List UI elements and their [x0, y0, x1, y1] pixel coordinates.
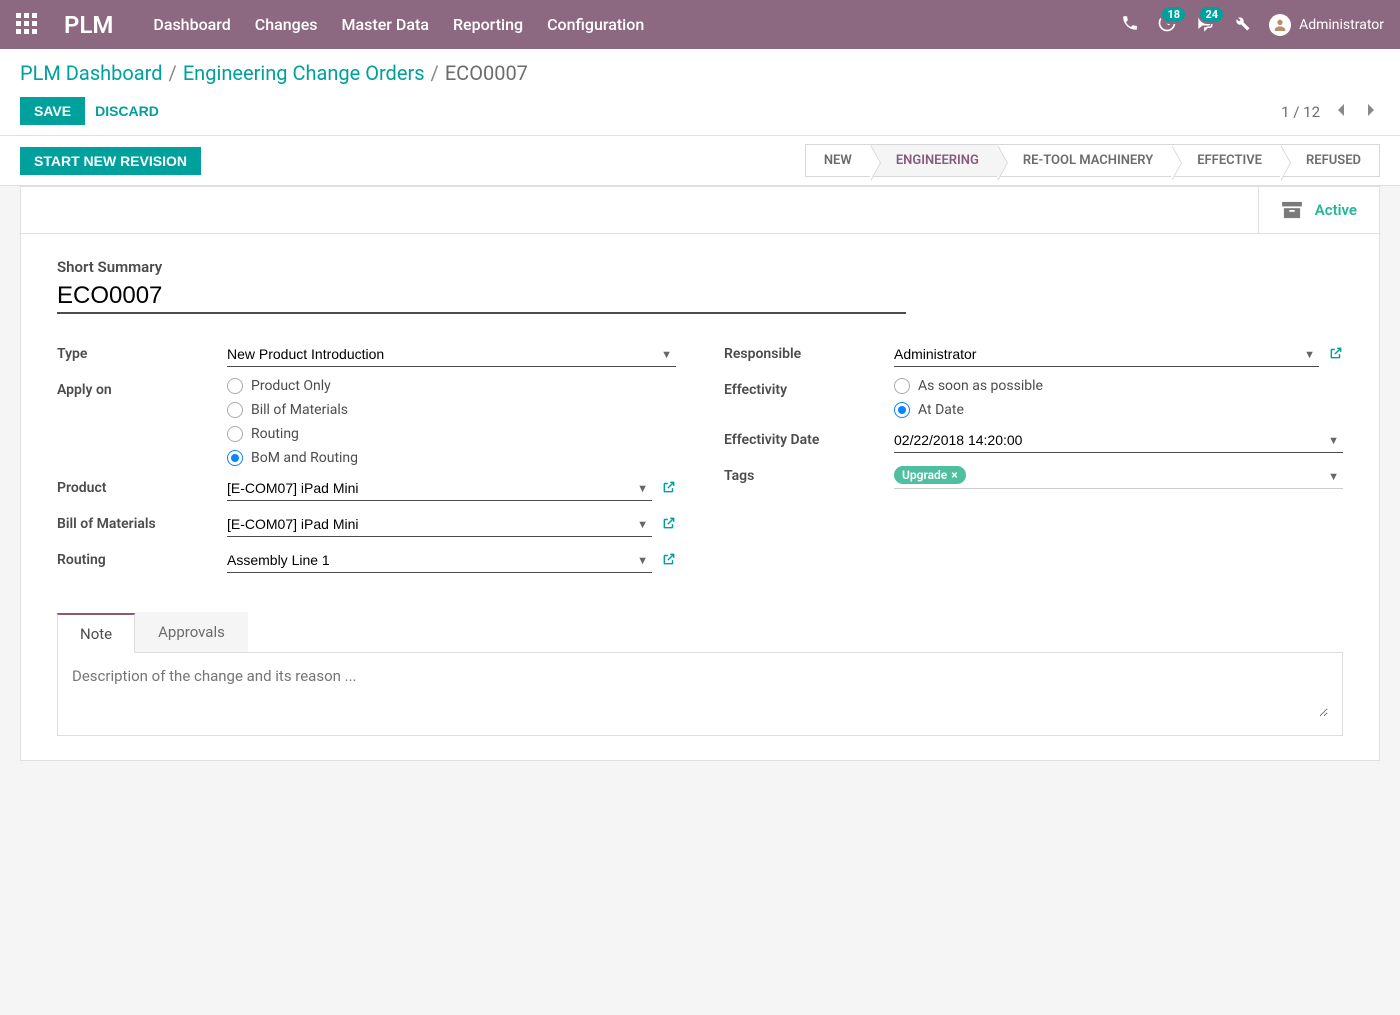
- product-input[interactable]: [227, 476, 652, 501]
- tools-icon[interactable]: [1233, 14, 1251, 36]
- radio-icon: [227, 402, 243, 418]
- menu-configuration[interactable]: Configuration: [547, 15, 644, 34]
- stage-new[interactable]: NEW: [805, 144, 870, 177]
- chevron-down-icon[interactable]: ▼: [637, 518, 648, 531]
- radio-label: Routing: [251, 426, 299, 442]
- responsible-input[interactable]: [894, 342, 1319, 367]
- tag-upgrade[interactable]: Upgrade ×: [894, 466, 966, 484]
- activities-icon[interactable]: 18: [1157, 13, 1177, 37]
- menu-changes[interactable]: Changes: [255, 15, 318, 34]
- messages-icon[interactable]: 24: [1195, 13, 1215, 37]
- breadcrumb: PLM Dashboard / Engineering Change Order…: [20, 61, 528, 85]
- activities-badge: 18: [1160, 5, 1187, 24]
- radio-label: Bill of Materials: [251, 402, 348, 418]
- chevron-down-icon[interactable]: ▼: [637, 554, 648, 567]
- save-button[interactable]: SAVE: [20, 97, 85, 125]
- user-name: Administrator: [1299, 17, 1384, 33]
- stage-engineering[interactable]: ENGINEERING: [870, 144, 997, 177]
- active-label: Active: [1315, 201, 1357, 219]
- apply-radio-1[interactable]: Bill of Materials: [227, 402, 676, 418]
- apply-on-label: Apply on: [57, 378, 227, 398]
- effectivity-label: Effectivity: [724, 378, 894, 398]
- product-label: Product: [57, 476, 227, 496]
- type-input[interactable]: [227, 342, 676, 367]
- chevron-down-icon[interactable]: ▼: [661, 348, 672, 361]
- discard-button[interactable]: DISCARD: [95, 103, 159, 119]
- start-revision-button[interactable]: START NEW REVISION: [20, 147, 201, 175]
- avatar-icon: [1269, 14, 1291, 36]
- tags-input[interactable]: Upgrade × ▼: [894, 464, 1343, 489]
- pager-prev-icon[interactable]: [1332, 99, 1350, 125]
- apply-radio-2[interactable]: Routing: [227, 426, 676, 442]
- type-label: Type: [57, 342, 227, 362]
- menu-master-data[interactable]: Master Data: [342, 15, 429, 34]
- summary-input[interactable]: [57, 280, 906, 314]
- tab-note[interactable]: Note: [57, 613, 135, 653]
- routing-label: Routing: [57, 548, 227, 568]
- chevron-down-icon[interactable]: ▼: [637, 482, 648, 495]
- form-sheet: Active Short Summary Type ▼ App: [20, 186, 1380, 761]
- radio-icon: [894, 402, 910, 418]
- active-toggle-button[interactable]: Active: [1258, 187, 1379, 233]
- user-menu[interactable]: Administrator: [1269, 14, 1384, 36]
- apply-on-radio-group: Product Only Bill of Materials Routing BoM …: [227, 378, 676, 466]
- breadcrumb-parent[interactable]: Engineering Change Orders: [183, 61, 425, 85]
- radio-icon: [227, 450, 243, 466]
- external-link-icon[interactable]: [662, 516, 676, 534]
- chevron-down-icon[interactable]: ▼: [1304, 348, 1315, 361]
- effdate-input[interactable]: [894, 428, 1343, 453]
- radio-label: At Date: [918, 402, 964, 418]
- statusbar: START NEW REVISION NEWENGINEERINGRE-TOOL…: [0, 136, 1400, 186]
- menu-reporting[interactable]: Reporting: [453, 15, 523, 34]
- radio-label: As soon as possible: [918, 378, 1043, 394]
- button-box: Active: [21, 187, 1379, 234]
- top-navbar: PLM Dashboard Changes Master Data Report…: [0, 0, 1400, 49]
- radio-label: Product Only: [251, 378, 331, 394]
- effectivity-radio-group: As soon as possible At Date: [894, 378, 1343, 418]
- routing-input[interactable]: [227, 548, 652, 573]
- responsible-label: Responsible: [724, 342, 894, 362]
- summary-label: Short Summary: [57, 258, 1343, 276]
- stage-re-tool-machinery[interactable]: RE-TOOL MACHINERY: [997, 144, 1171, 177]
- bom-input[interactable]: [227, 512, 652, 537]
- archive-icon: [1281, 201, 1303, 219]
- stage-effective[interactable]: EFFECTIVE: [1171, 144, 1280, 177]
- messages-badge: 24: [1198, 5, 1225, 24]
- breadcrumb-root[interactable]: PLM Dashboard: [20, 61, 163, 85]
- menu-dashboard[interactable]: Dashboard: [153, 15, 230, 34]
- bom-label: Bill of Materials: [57, 512, 227, 532]
- radio-icon: [894, 378, 910, 394]
- apps-menu-icon[interactable]: [16, 13, 40, 37]
- tags-label: Tags: [724, 464, 894, 484]
- breadcrumb-current: ECO0007: [445, 61, 528, 85]
- note-textarea[interactable]: [72, 667, 1328, 717]
- radio-label: BoM and Routing: [251, 450, 358, 466]
- effectivity-radio-1[interactable]: At Date: [894, 402, 1343, 418]
- apply-radio-3[interactable]: BoM and Routing: [227, 450, 676, 466]
- tab-approvals[interactable]: Approvals: [135, 612, 248, 652]
- radio-icon: [227, 426, 243, 442]
- pager-next-icon[interactable]: [1362, 99, 1380, 125]
- control-panel: PLM Dashboard / Engineering Change Order…: [0, 49, 1400, 136]
- main-menu: Dashboard Changes Master Data Reporting …: [153, 15, 644, 34]
- stage-pipeline: NEWENGINEERINGRE-TOOL MACHINERYEFFECTIVE…: [805, 144, 1380, 177]
- external-link-icon[interactable]: [1329, 346, 1343, 364]
- stage-refused[interactable]: REFUSED: [1280, 144, 1380, 177]
- external-link-icon[interactable]: [662, 552, 676, 570]
- chevron-down-icon[interactable]: ▼: [1328, 470, 1339, 483]
- pager-count[interactable]: 1 / 12: [1281, 103, 1320, 121]
- chevron-down-icon[interactable]: ▼: [1328, 434, 1339, 447]
- radio-icon: [227, 378, 243, 394]
- tag-remove-icon[interactable]: ×: [951, 468, 957, 482]
- notebook: Note Approvals: [57, 612, 1343, 736]
- brand-title[interactable]: PLM: [64, 11, 113, 39]
- apply-radio-0[interactable]: Product Only: [227, 378, 676, 394]
- external-link-icon[interactable]: [662, 480, 676, 498]
- effdate-label: Effectivity Date: [724, 428, 894, 448]
- phone-icon[interactable]: [1121, 14, 1139, 36]
- effectivity-radio-0[interactable]: As soon as possible: [894, 378, 1343, 394]
